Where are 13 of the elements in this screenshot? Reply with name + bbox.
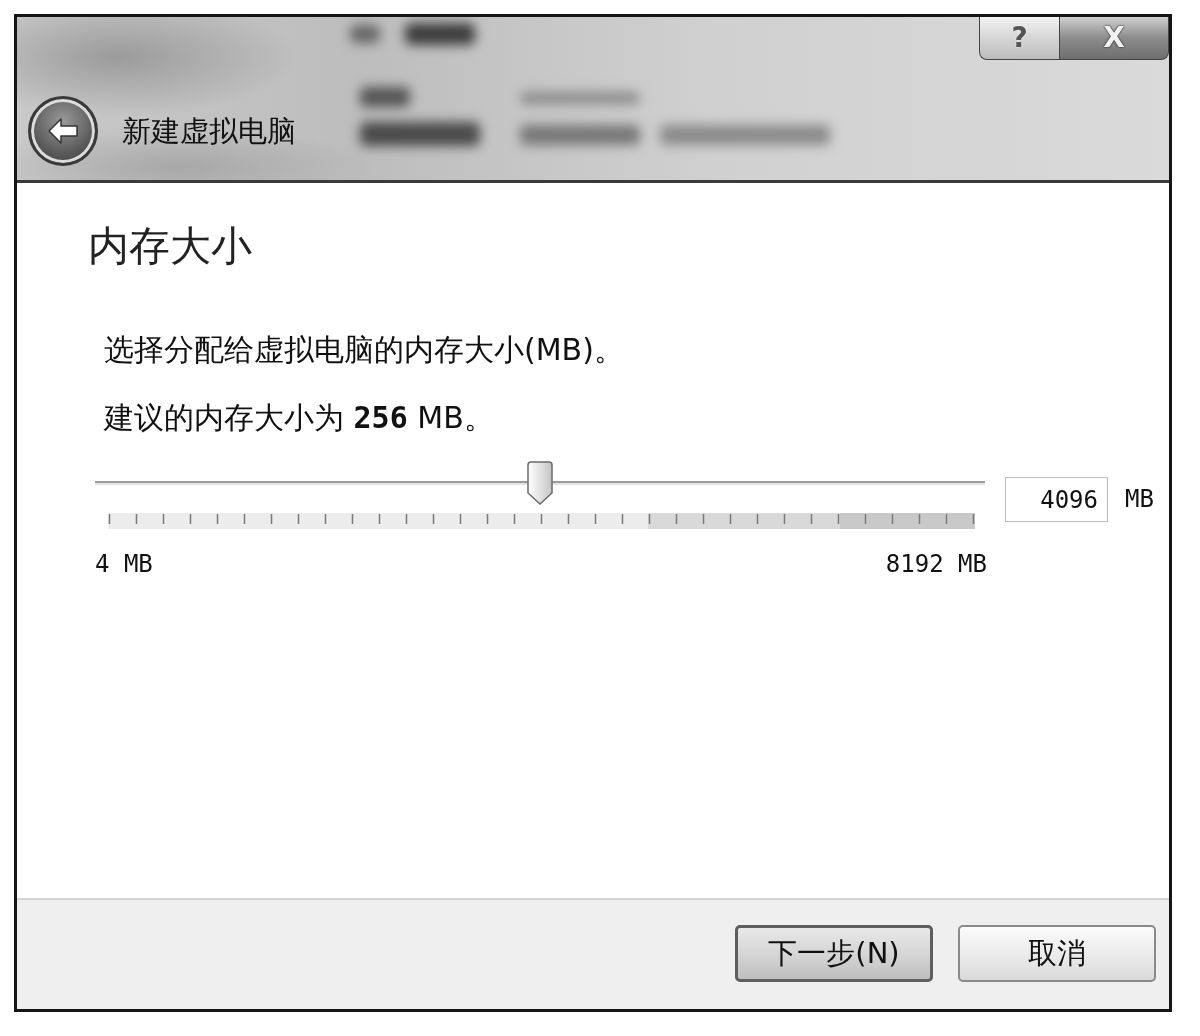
description-text: 选择分配给虚拟电脑的内存大小(MB)。 (104, 331, 625, 368)
arrow-left-icon (48, 118, 78, 144)
memory-input[interactable]: 4096 (1005, 477, 1108, 522)
recommendation-text: 建议的内存大小为 256 MB。 (104, 399, 495, 436)
cancel-button[interactable]: 取消 (958, 925, 1156, 982)
unit-label: MB (1125, 485, 1154, 513)
max-label: 8192 MB (885, 550, 987, 578)
min-label: 4 MB (95, 550, 153, 578)
page-heading: 内存大小 (88, 221, 253, 271)
slider-thumb[interactable] (527, 461, 553, 505)
window-title: 新建虚拟电脑 (122, 113, 296, 149)
next-button[interactable]: 下一步(N) (735, 925, 933, 982)
help-button[interactable]: ? (979, 17, 1059, 60)
